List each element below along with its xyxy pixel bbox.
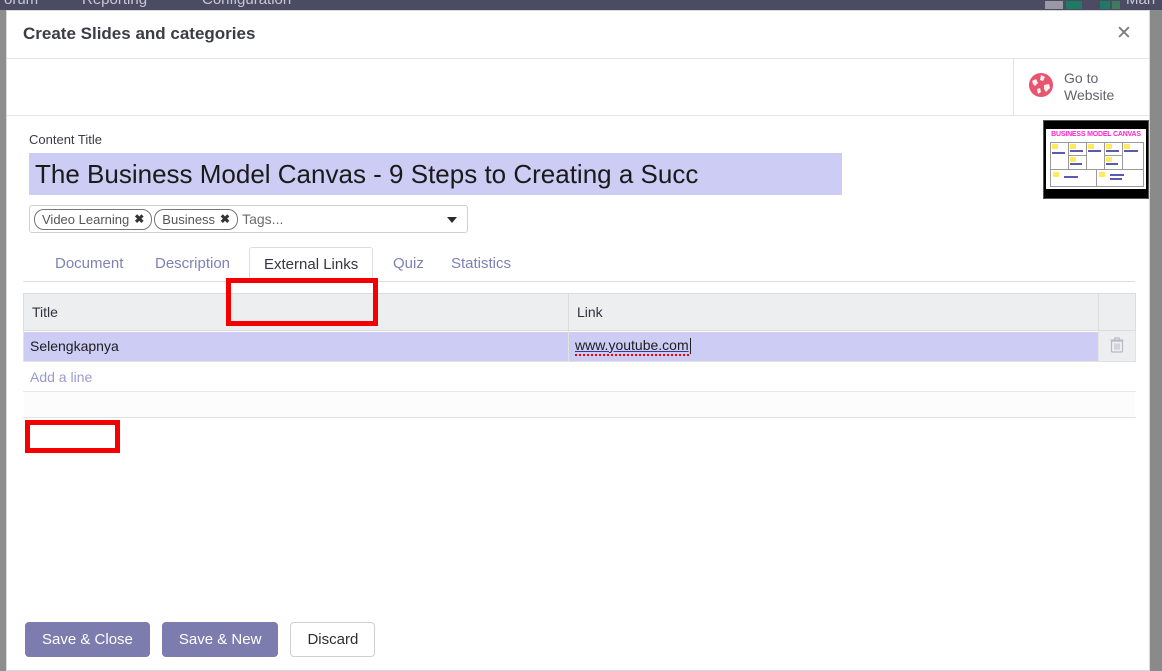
column-header-actions [1098, 293, 1136, 331]
thumb-text-line [1124, 150, 1138, 152]
content-title-label: Content Title [29, 132, 102, 147]
go-to-website-button[interactable]: Go to Website [1013, 59, 1149, 115]
thumbnail-heading: BUSINESS MODEL CANVAS [1051, 131, 1141, 138]
tag-remove-icon[interactable]: ✖ [220, 212, 230, 226]
tab-bar: Document Description External Links Quiz… [23, 247, 1135, 282]
tab-description[interactable]: Description [141, 247, 244, 281]
thumb-text-line [1052, 152, 1065, 154]
thumb-text-line [1110, 174, 1124, 176]
thumb-text-line [1088, 150, 1101, 152]
thumb-sticky-note [1052, 144, 1058, 149]
save-and-new-button[interactable]: Save & New [161, 621, 279, 657]
save-and-close-button[interactable]: Save & Close [25, 621, 150, 657]
table-blank-row [23, 391, 1136, 418]
cell-delete[interactable] [1098, 330, 1136, 362]
navbar-user-menu[interactable]: Mari [1126, 0, 1155, 8]
add-a-line-link[interactable]: Add a line [24, 366, 96, 388]
thumb-sticky-note [1088, 144, 1094, 149]
chevron-down-icon[interactable] [447, 217, 457, 223]
close-icon[interactable]: ✕ [1109, 20, 1139, 48]
tags-input[interactable]: Video Learning ✖ Business ✖ Tags... [29, 205, 468, 233]
external-links-table: Title Link Selengkapnya www.youtube.com [23, 293, 1136, 418]
column-header-link[interactable]: Link [568, 293, 1099, 331]
tag-pill-business[interactable]: Business ✖ [154, 208, 239, 230]
tag-label: Business [162, 211, 216, 227]
create-slides-modal: Create Slides and categories ✕ Go to Web… [6, 10, 1150, 671]
thumb-sticky-note [1070, 157, 1076, 162]
text-cursor [689, 338, 691, 354]
column-header-title[interactable]: Title [23, 293, 569, 331]
discard-button[interactable]: Discard [290, 621, 376, 657]
cell-title[interactable]: Selengkapnya [23, 330, 569, 362]
modal-title: Create Slides and categories [23, 24, 256, 43]
row-link-value: www.youtube.com [575, 337, 689, 356]
globe-icon [1028, 72, 1054, 103]
trash-icon[interactable] [1110, 336, 1124, 356]
thumb-sticky-note [1106, 144, 1112, 149]
navbar-item-forum[interactable]: orum [4, 0, 38, 8]
tab-document[interactable]: Document [41, 247, 137, 281]
thumb-sticky-note [1124, 144, 1130, 149]
modal-header: Create Slides and categories ✕ [7, 11, 1149, 59]
navbar-item-configuration[interactable]: Configuration [202, 0, 291, 8]
cell-add-line[interactable]: Add a line [23, 361, 1136, 392]
navbar-icon-group-c[interactable] [1100, 1, 1110, 9]
tag-pill-video-learning[interactable]: Video Learning ✖ [34, 208, 153, 230]
thumb-sticky-note [1070, 144, 1076, 149]
navbar-icon-group-a[interactable] [1045, 1, 1063, 9]
tag-remove-icon[interactable]: ✖ [134, 212, 144, 226]
thumb-sticky-note [1106, 157, 1112, 162]
modal-statusbar: Go to Website [7, 59, 1149, 116]
thumb-text-line [1110, 178, 1122, 180]
table-row: Selengkapnya www.youtube.com [23, 330, 1136, 362]
thumbnail-canvas: BUSINESS MODEL CANVAS [1046, 129, 1146, 189]
content-title-input[interactable] [29, 153, 842, 195]
thumb-sticky-note [1099, 172, 1105, 177]
row-title-input[interactable]: Selengkapnya [24, 331, 568, 361]
thumb-text-line [1106, 163, 1118, 165]
modal-footer: Save & Close Save & New Discard [7, 608, 1149, 670]
thumb-text-line [1070, 150, 1083, 152]
cell-link[interactable]: www.youtube.com [568, 330, 1099, 362]
thumb-text-line [1070, 163, 1082, 165]
table-add-row: Add a line [23, 361, 1136, 392]
tag-label: Video Learning [42, 211, 130, 227]
go-to-website-label: Go to Website [1064, 70, 1115, 103]
tags-placeholder: Tags... [242, 211, 284, 227]
thumb-text-line [1106, 150, 1119, 152]
annotation-box-add-a-line [25, 420, 120, 453]
navbar-item-reporting[interactable]: Reporting [82, 0, 147, 8]
table-header-row: Title Link [23, 293, 1136, 331]
thumb-text-line [1064, 176, 1078, 178]
navbar-icon-group-b[interactable] [1066, 1, 1082, 9]
page-backdrop-right-edge [1150, 10, 1162, 671]
cell-blank [23, 391, 1136, 418]
tab-external-links[interactable]: External Links [249, 247, 374, 282]
tab-statistics[interactable]: Statistics [437, 247, 525, 281]
row-link-input[interactable]: www.youtube.com [569, 331, 1098, 361]
main-navbar: orum Reporting Configuration Mari [0, 0, 1162, 10]
navbar-icon-group-d[interactable] [1112, 1, 1120, 9]
thumb-sticky-note [1053, 172, 1059, 177]
content-thumbnail: BUSINESS MODEL CANVAS [1043, 120, 1149, 199]
tab-quiz[interactable]: Quiz [379, 247, 438, 281]
